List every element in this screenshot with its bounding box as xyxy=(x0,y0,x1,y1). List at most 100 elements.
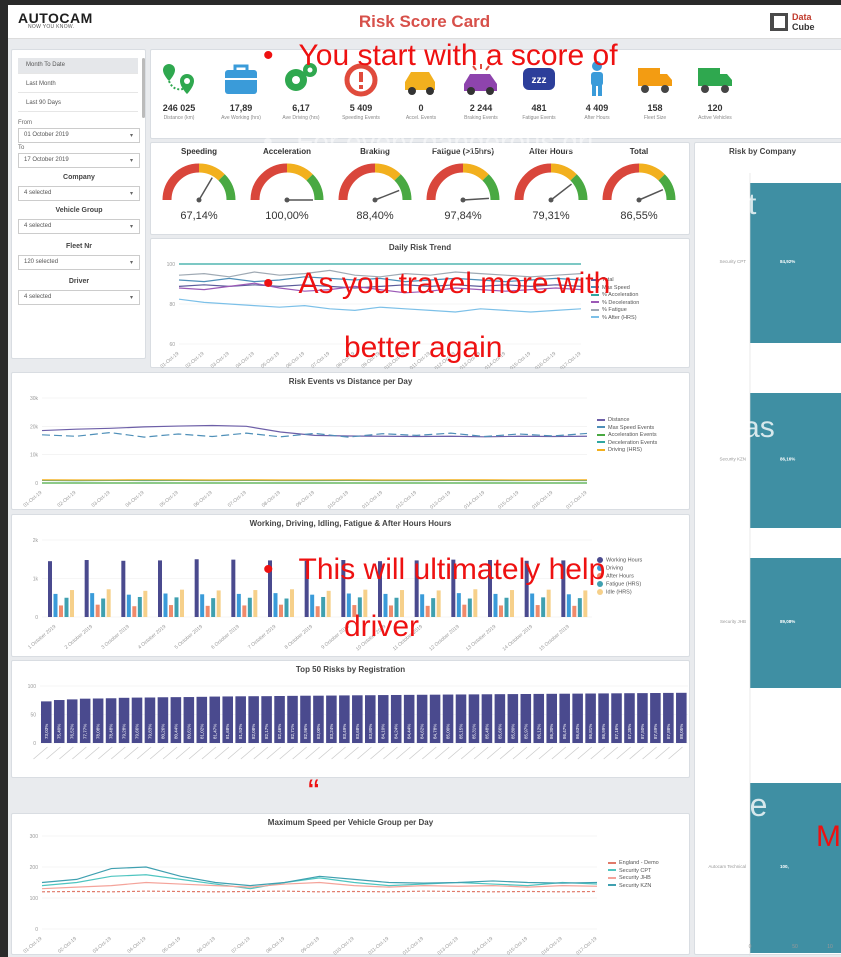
bar-value-label: 79,83% xyxy=(147,724,152,739)
x-tick-label: 03-Oct-19 xyxy=(91,490,112,509)
driver-icon-shape xyxy=(592,85,596,96)
registration-tick xyxy=(305,746,320,760)
bar xyxy=(467,598,472,617)
gauge-needle xyxy=(550,183,573,201)
gauge-needle xyxy=(638,188,664,201)
bar xyxy=(546,589,551,617)
registration-tick xyxy=(227,746,243,760)
company-select[interactable]: 4 selected ▾ xyxy=(18,186,140,201)
kpi-label: After Hours xyxy=(584,115,610,121)
x-tick-label: 016-Oct-19 xyxy=(534,351,557,369)
fleet-nr-select[interactable]: 120 selected ▾ xyxy=(18,255,140,270)
x-tick-label: 8 October 2019 xyxy=(284,624,314,651)
bar-value-label: 84,92% xyxy=(780,259,795,264)
y-tick-label: 30k xyxy=(30,396,39,402)
driver-select-value: 4 selected xyxy=(24,294,52,300)
legend-item: Driving (HRS) xyxy=(597,447,657,455)
company-filter-label: Company xyxy=(63,174,95,181)
bar xyxy=(473,589,478,617)
y-tick-label: 50 xyxy=(30,713,36,719)
bar-value-label: 84,78% xyxy=(433,724,438,739)
registration-tick xyxy=(655,746,670,760)
legend-swatch xyxy=(608,869,616,872)
gauge-tile: Fatigue (>15hrs) 97,84% xyxy=(423,147,503,222)
x-tick-label: 1 October 2019 xyxy=(27,624,57,651)
gauge-dial xyxy=(162,163,236,203)
to-date-picker[interactable]: 17 October 2019 ▾ xyxy=(18,153,140,168)
overlay-ghost-1-text: For every dangerous dri xyxy=(296,126,594,157)
overlay-quote-mark: “ xyxy=(308,773,320,811)
x-tick-label: 50 xyxy=(792,944,798,950)
legend-label: % After (HRS) xyxy=(602,314,637,321)
from-date-picker[interactable]: 01 October 2019 ▾ xyxy=(18,128,140,143)
driver-select[interactable]: 4 selected ▾ xyxy=(18,290,140,305)
date-list-scrollbar[interactable] xyxy=(142,58,145,118)
max-speed-chart: 300 200 100 0 01-Oct-19 02-Oct-19 03-Oct-19 04-… xyxy=(22,834,598,956)
kpi-label: Distance (km) xyxy=(163,115,195,121)
kpi-value: 17,89 xyxy=(229,103,253,113)
bar xyxy=(231,559,236,617)
vehicle-group-select[interactable]: 4 selected ▾ xyxy=(18,219,140,234)
bar-value-label: 83,24% xyxy=(329,724,334,739)
bar xyxy=(566,594,571,617)
legend-label: Fatigue (HRS) xyxy=(606,581,642,588)
registration-tick xyxy=(318,746,333,760)
gauge-hub xyxy=(460,197,466,203)
x-tick-label: 07-Oct-19 xyxy=(310,351,331,369)
y-tick-label: 100 xyxy=(167,262,176,268)
x-tick-label: 12 October 2019 xyxy=(428,624,461,653)
registration-tick xyxy=(98,746,113,760)
y-tick-label: 100 xyxy=(30,896,39,902)
bar xyxy=(273,593,278,617)
registration-tick xyxy=(551,746,567,760)
registration-tick xyxy=(499,746,515,760)
bar-value-label: 83,80% xyxy=(368,724,373,739)
y-tick-label: 100 xyxy=(28,684,37,690)
bar-value-label: 86,12% xyxy=(536,724,541,739)
last-90-days-button[interactable]: Last 90 Days xyxy=(18,96,138,112)
registration-tick xyxy=(162,746,178,760)
y-tick-label: 2k xyxy=(33,538,39,544)
datacube-logo-text-1: Data xyxy=(792,12,812,22)
bar xyxy=(59,605,63,617)
bar-value-label: 86,63% xyxy=(575,724,580,739)
dashboard-frame: AUTOCAM NOW YOU KNOW. Risk Score Card Da… xyxy=(8,5,841,957)
legend-label: Deceleration Events xyxy=(608,439,658,446)
bar xyxy=(530,593,535,617)
bar-value-label: 87,35% xyxy=(627,724,632,739)
kpi-value: 5 409 xyxy=(349,103,373,113)
gauge-dial xyxy=(250,163,324,203)
bar-value-label: 81,93% xyxy=(238,724,243,739)
registration-tick xyxy=(396,746,411,760)
overlay-bullet-1: • You start with a score of xyxy=(263,39,618,72)
truck-icon-shape xyxy=(660,74,672,86)
bar xyxy=(326,590,331,617)
to-date-value: 17 October 2019 xyxy=(24,157,69,163)
risk-events-chart: 30k 20k 10k 0 01-Oct-19 02-Oct-19 03-Oct-19 04-… xyxy=(22,396,588,511)
bar-value-label: 82,46% xyxy=(277,724,282,739)
legend-item: Deceleration Events xyxy=(597,440,657,448)
from-date-value: 01 October 2019 xyxy=(24,132,69,138)
registration-tick xyxy=(486,746,502,760)
bar xyxy=(174,597,179,617)
last-month-button[interactable]: Last Month xyxy=(18,77,138,93)
bar-value-label: 87,88% xyxy=(666,724,671,739)
truck-icon xyxy=(638,68,672,93)
registration-tick xyxy=(331,746,346,760)
gauge-tile: After Hours 79,31% xyxy=(511,147,591,222)
gauge-hub xyxy=(548,197,554,203)
registration-tick xyxy=(668,746,683,760)
briefcase-icon-shape xyxy=(225,78,257,80)
to-label: To xyxy=(18,145,25,151)
kpi-tile: 246 025 Distance (km) xyxy=(157,56,201,121)
legend-item: Idle (HRS) xyxy=(597,588,642,597)
kpi-label: Ave Working (hrs) xyxy=(221,115,261,121)
bar xyxy=(510,590,514,617)
registration-tick xyxy=(201,746,217,760)
legend-label: Acceleration Events xyxy=(608,432,657,438)
month-to-date-button[interactable]: Month To Date xyxy=(18,58,138,74)
chevron-down-icon: ▾ xyxy=(129,260,133,266)
vehicle-group-filter-label: Vehicle Group xyxy=(55,207,103,214)
legend-swatch xyxy=(608,884,616,887)
bar xyxy=(456,593,461,617)
